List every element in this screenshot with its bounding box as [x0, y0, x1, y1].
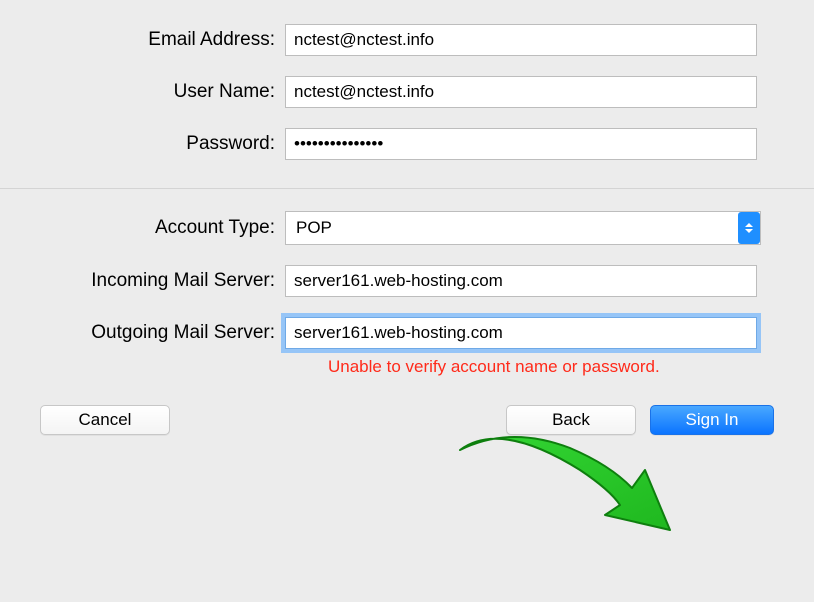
- incoming-server-label: Incoming Mail Server:: [40, 270, 285, 292]
- username-field[interactable]: [285, 76, 757, 108]
- outgoing-server-field[interactable]: [285, 317, 757, 349]
- email-label: Email Address:: [40, 29, 285, 51]
- email-field[interactable]: [285, 24, 757, 56]
- account-type-select[interactable]: POP: [285, 211, 761, 245]
- button-bar: Cancel Back Sign In: [0, 405, 814, 465]
- username-label: User Name:: [40, 81, 285, 103]
- cancel-button[interactable]: Cancel: [40, 405, 170, 435]
- password-field[interactable]: [285, 128, 757, 160]
- account-type-value: POP: [286, 218, 738, 238]
- credentials-section: Email Address: User Name: Password:: [0, 0, 814, 188]
- chevron-up-down-icon: [738, 212, 760, 244]
- incoming-server-field[interactable]: [285, 265, 757, 297]
- server-section: Account Type: POP Incoming Mail Server: …: [0, 189, 814, 405]
- account-setup-panel: Email Address: User Name: Password: Acco…: [0, 0, 814, 602]
- password-label: Password:: [40, 133, 285, 155]
- outgoing-server-label: Outgoing Mail Server:: [40, 322, 285, 344]
- account-type-label: Account Type:: [40, 217, 285, 239]
- error-message: Unable to verify account name or passwor…: [40, 357, 774, 377]
- sign-in-button[interactable]: Sign In: [650, 405, 774, 435]
- back-button[interactable]: Back: [506, 405, 636, 435]
